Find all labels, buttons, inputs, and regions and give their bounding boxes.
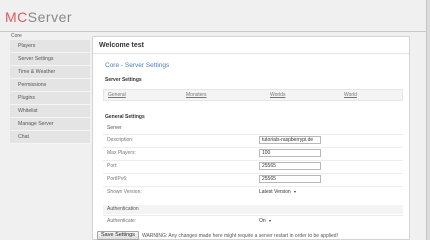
max-players-row: Max Players:	[103, 147, 403, 158]
tab-general[interactable]: General	[108, 92, 126, 98]
tab-worlds[interactable]: Worlds	[270, 92, 285, 98]
sidebar-item-plugins[interactable]: Plugins	[10, 92, 90, 105]
max-players-label: Max Players:	[107, 150, 136, 156]
port-input[interactable]	[259, 162, 321, 170]
save-settings-button[interactable]: Save Settings	[97, 231, 139, 240]
chevron-down-icon	[268, 219, 271, 222]
welcome-title: Welcome test	[93, 37, 409, 54]
page-title: Core - Server Settings	[105, 62, 170, 69]
sidebar-item-server-settings[interactable]: Server Settings	[10, 53, 90, 66]
window-edge	[426, 0, 430, 240]
settings-tabs: General Monsters Worlds World	[103, 89, 403, 101]
description-input[interactable]	[259, 136, 321, 144]
max-players-input[interactable]	[259, 149, 321, 157]
sidebar-item-whitelist[interactable]: Whitelist	[10, 105, 90, 118]
authentication-label: Authentication	[107, 206, 139, 212]
footer: Save Settings WARNING: Any changes made …	[97, 231, 338, 240]
authenticate-label: Authenticate:	[107, 218, 137, 224]
authenticate-row: Authenticate: On	[103, 215, 403, 226]
sidebar-item-permissions[interactable]: Permissions	[10, 79, 90, 92]
sidebar: Core Players Server Settings Time & Weat…	[10, 33, 90, 144]
port-ipv6-row: PortIPv6:	[103, 173, 403, 184]
authenticate-value: On	[259, 218, 266, 224]
description-label: Description:	[107, 137, 134, 143]
server-settings-heading: Server Settings	[105, 77, 142, 83]
logo: MC Server	[5, 9, 72, 27]
sidebar-item-time-weather[interactable]: Time & Weather	[10, 66, 90, 79]
sidebar-item-chat[interactable]: Chat	[10, 131, 90, 144]
shown-version-label: Shown Version:	[107, 189, 142, 195]
logo-mc: MC	[5, 9, 28, 25]
shown-version-row: Shown Version: Latest Version	[103, 186, 403, 197]
port-label: Port:	[107, 163, 118, 169]
general-settings-heading: General Settings	[105, 114, 145, 120]
sidebar-item-manage-server[interactable]: Manage Server	[10, 118, 90, 131]
shown-version-value: Latest Version	[259, 189, 291, 195]
header-divider	[0, 31, 426, 32]
port-ipv6-input[interactable]	[259, 175, 321, 183]
authentication-header: Authentication	[103, 205, 403, 214]
tab-world[interactable]: World	[344, 92, 357, 98]
port-row: Port:	[103, 160, 403, 171]
chevron-down-icon	[293, 190, 296, 193]
sidebar-header: Core	[11, 33, 22, 39]
port-ipv6-label: PortIPv6:	[107, 176, 128, 182]
authenticate-select[interactable]: On	[259, 217, 271, 225]
tab-monsters[interactable]: Monsters	[186, 92, 207, 98]
main-panel: Welcome test Core - Server Settings Serv…	[92, 36, 410, 240]
restart-warning: WARNING: Any changes made here might req…	[141, 232, 338, 239]
description-row: Description:	[103, 134, 403, 145]
sidebar-item-players[interactable]: Players	[10, 40, 90, 53]
server-group-label: Server	[107, 125, 122, 131]
logo-server: Server	[27, 9, 73, 25]
shown-version-select[interactable]: Latest Version	[259, 188, 296, 196]
